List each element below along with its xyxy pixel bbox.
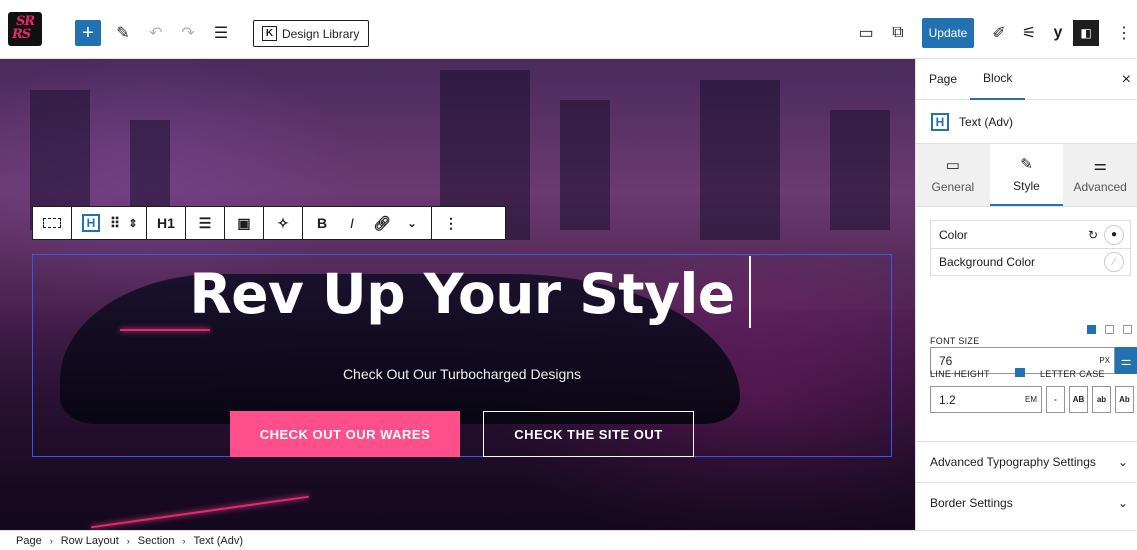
background-building xyxy=(560,100,610,230)
color-settings: Color ↻ ● Background Color ⁄ xyxy=(930,220,1131,276)
chevron-right-icon: › xyxy=(49,535,53,546)
chevron-down-icon[interactable]: ⌄ xyxy=(399,210,425,236)
yoast-icon[interactable]: y xyxy=(1045,20,1071,46)
reset-icon[interactable]: ↻ xyxy=(1088,228,1098,242)
border-settings-accordion[interactable]: Border Settings ⌄ xyxy=(916,482,1137,523)
breadcrumb-item[interactable]: Text (Adv) xyxy=(194,535,244,547)
line-height-unit[interactable]: EM xyxy=(1025,395,1037,404)
align-icon[interactable]: ☰ xyxy=(192,210,218,236)
tablet-icon[interactable] xyxy=(1105,325,1114,334)
settings-sidebar: Page Block × H Text (Adv) ▭ General ✎ St… xyxy=(915,59,1137,530)
breadcrumb-item[interactable]: Page xyxy=(16,535,42,547)
sidebar-tabs: Page Block × xyxy=(916,59,1137,100)
tab-style[interactable]: ✎ Style xyxy=(989,144,1064,206)
background-color-row[interactable]: Background Color ⁄ xyxy=(931,248,1130,275)
chevron-down-icon: ⌄ xyxy=(1117,455,1128,469)
text-caret xyxy=(749,256,751,328)
font-size-value: 76 xyxy=(939,353,953,368)
case-lower-button[interactable]: ab xyxy=(1092,386,1111,413)
color-label: Color xyxy=(939,227,968,242)
document-overview-icon[interactable]: ☰ xyxy=(208,20,234,46)
heading-block-icon[interactable]: H xyxy=(78,210,104,236)
mobile-icon[interactable] xyxy=(1123,325,1132,334)
undo-icon[interactable]: ↶ xyxy=(143,20,169,46)
update-button[interactable]: Update xyxy=(922,18,974,48)
device-toggles xyxy=(1087,325,1132,334)
block-options-icon[interactable]: ⋮ xyxy=(438,210,464,236)
sliders-icon: ⚌ xyxy=(1093,157,1107,174)
hero-headline[interactable]: Rev Up Your Style xyxy=(32,262,892,326)
line-height-label: LINE HEIGHT xyxy=(930,369,990,379)
line-height-value: 1.2 xyxy=(939,392,956,407)
tab-advanced[interactable]: ⚌ Advanced xyxy=(1063,144,1137,206)
font-size-label: FONT SIZE xyxy=(930,336,980,346)
heading-level-button[interactable]: H1 xyxy=(153,210,179,236)
case-capitalize-button[interactable]: Ab xyxy=(1115,386,1134,413)
letter-case-options: - AB ab Ab xyxy=(1046,386,1134,413)
ai-magic-icon[interactable]: ✧ xyxy=(270,210,296,236)
brush-icon: ✎ xyxy=(1020,156,1033,173)
breadcrumb-item[interactable]: Section xyxy=(138,535,175,547)
desktop-icon[interactable] xyxy=(1087,325,1096,334)
tab-page[interactable]: Page xyxy=(916,59,970,100)
notes-icon[interactable]: ✐ xyxy=(986,20,1012,46)
breadcrumb-item[interactable]: Row Layout xyxy=(61,535,119,547)
case-upper-button[interactable]: AB xyxy=(1069,386,1088,413)
font-size-unit[interactable]: PX xyxy=(1099,356,1110,365)
desktop-icon[interactable] xyxy=(1015,368,1025,377)
background-building xyxy=(830,110,890,230)
breadcrumb: Page › Row Layout › Section › Text (Adv) xyxy=(0,530,1137,550)
tab-style-label: Style xyxy=(1013,179,1040,193)
line-height-input[interactable]: 1.2 EM xyxy=(930,386,1042,413)
desktop-preview-icon[interactable]: ▭ xyxy=(853,20,879,46)
design-library-label: Design Library xyxy=(282,26,360,41)
editor-top-bar: SR RS + ✎ ↶ ↷ ☰ K Design Library ▭ ⧉ Upd… xyxy=(0,0,1137,59)
panel-icon: ▭ xyxy=(945,157,960,174)
kadence-settings-icon[interactable]: ⚟ xyxy=(1016,20,1042,46)
check-site-out-button[interactable]: CHECK THE SITE OUT xyxy=(483,411,694,457)
block-card: H Text (Adv) xyxy=(916,100,1137,144)
tab-block[interactable]: Block xyxy=(970,59,1026,100)
tab-advanced-label: Advanced xyxy=(1073,180,1127,194)
close-icon[interactable]: × xyxy=(1122,71,1131,89)
heading-block-icon: H xyxy=(931,112,949,131)
background-building xyxy=(700,80,780,240)
kadence-icon: K xyxy=(262,26,277,41)
accordion-label: Border Settings xyxy=(930,496,1013,510)
case-none-button[interactable]: - xyxy=(1046,386,1065,413)
edit-tool-icon[interactable]: ✎ xyxy=(110,20,136,46)
chevron-right-icon: › xyxy=(126,535,130,546)
block-name: Text (Adv) xyxy=(959,114,1014,129)
style-tabs: ▭ General ✎ Style ⚌ Advanced xyxy=(916,144,1137,207)
advanced-typography-accordion[interactable]: Advanced Typography Settings ⌄ xyxy=(916,441,1137,482)
accordion-label: Advanced Typography Settings xyxy=(930,455,1096,469)
block-toolbar: H ⠿ ⇕ H1 ☰ ▣ ✧ B I 🔗︎ ⌄ ⋮ xyxy=(32,206,506,240)
font-size-presets-button[interactable]: ⚌ xyxy=(1115,347,1137,374)
add-block-button[interactable]: + xyxy=(75,20,101,46)
italic-icon[interactable]: I xyxy=(339,210,365,236)
empty-swatch-icon[interactable]: ⁄ xyxy=(1104,252,1124,272)
background-color-label: Background Color xyxy=(939,255,1036,269)
options-menu-icon[interactable]: ⋮ xyxy=(1116,20,1132,46)
external-view-icon[interactable]: ⧉ xyxy=(885,20,911,46)
chevron-right-icon: › xyxy=(182,535,186,546)
hero-subtitle[interactable]: Check Out Our Turbocharged Designs xyxy=(32,366,892,382)
letter-case-label: LETTER CASE xyxy=(1040,369,1105,379)
bold-icon[interactable]: B xyxy=(309,210,335,236)
drag-handle-icon[interactable]: ⠿ xyxy=(108,210,122,236)
design-library-button[interactable]: K Design Library xyxy=(253,20,370,47)
color-row[interactable]: Color ↻ ● xyxy=(931,221,1130,248)
link-icon[interactable]: 🔗︎ xyxy=(369,210,395,236)
tab-general-label: General xyxy=(931,180,975,194)
chevron-down-icon: ⌄ xyxy=(1117,496,1128,510)
replace-icon[interactable]: ▣ xyxy=(231,210,257,236)
site-logo[interactable]: SR RS xyxy=(8,12,42,46)
move-up-down-icon[interactable]: ⇕ xyxy=(126,210,140,236)
settings-sidebar-icon[interactable]: ◧ xyxy=(1073,20,1099,46)
row-select-icon[interactable] xyxy=(39,210,65,236)
color-picker-icon[interactable]: ● xyxy=(1104,224,1124,245)
tab-general[interactable]: ▭ General xyxy=(916,144,990,206)
redo-icon[interactable]: ↷ xyxy=(175,20,201,46)
check-out-wares-button[interactable]: CHECK OUT OUR WARES xyxy=(230,411,460,457)
